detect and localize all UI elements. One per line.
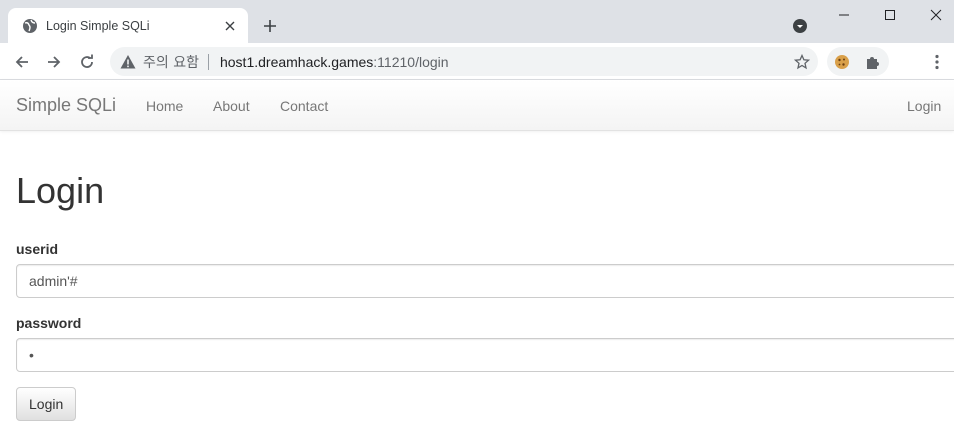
site-navbar: Simple SQLi Home About Contact Login [0, 80, 954, 131]
globe-icon [22, 18, 38, 34]
reload-icon[interactable] [74, 49, 100, 75]
arrow-right-icon[interactable] [41, 49, 67, 75]
password-input[interactable] [16, 338, 954, 372]
url-path: :11210/login [373, 53, 449, 70]
userid-label: userid [16, 241, 59, 257]
browser-toolbar: 주의 요함 host1.dreamhack.games :11210/login [0, 43, 954, 80]
cookie-icon[interactable] [832, 52, 852, 72]
arrow-left-icon[interactable] [9, 49, 35, 75]
userid-input[interactable] [16, 264, 954, 298]
login-button[interactable]: Login [16, 387, 77, 421]
address-bar[interactable]: 주의 요함 host1.dreamhack.games :11210/login [110, 47, 818, 76]
page-title: Login [16, 170, 105, 211]
kebab-menu-icon[interactable] [927, 51, 947, 73]
url-host: host1.dreamhack.games [219, 53, 374, 70]
puzzle-icon[interactable] [863, 52, 883, 72]
tab-search-icon[interactable] [791, 17, 809, 35]
new-tab-icon[interactable] [258, 14, 282, 38]
tab-strip: Login Simple SQLi [0, 0, 954, 43]
maximize-icon[interactable] [867, 0, 913, 30]
nav-contact-link[interactable]: Contact [280, 98, 328, 114]
nav-about-link[interactable]: About [213, 98, 250, 114]
star-icon[interactable] [793, 53, 810, 70]
divider [207, 53, 209, 70]
warning-icon[interactable] [120, 54, 136, 70]
window-close-icon[interactable] [913, 0, 954, 30]
close-tab-icon[interactable] [222, 18, 238, 34]
browser-tab[interactable]: Login Simple SQLi [8, 8, 248, 43]
password-label: password [16, 315, 82, 331]
nav-home-link[interactable]: Home [146, 98, 183, 114]
tab-title: Login Simple SQLi [46, 18, 150, 33]
brand-link[interactable]: Simple SQLi [16, 95, 116, 116]
minimize-icon[interactable] [821, 0, 867, 30]
security-label: 주의 요함 [143, 54, 199, 71]
nav-login-link[interactable]: Login [907, 98, 941, 114]
